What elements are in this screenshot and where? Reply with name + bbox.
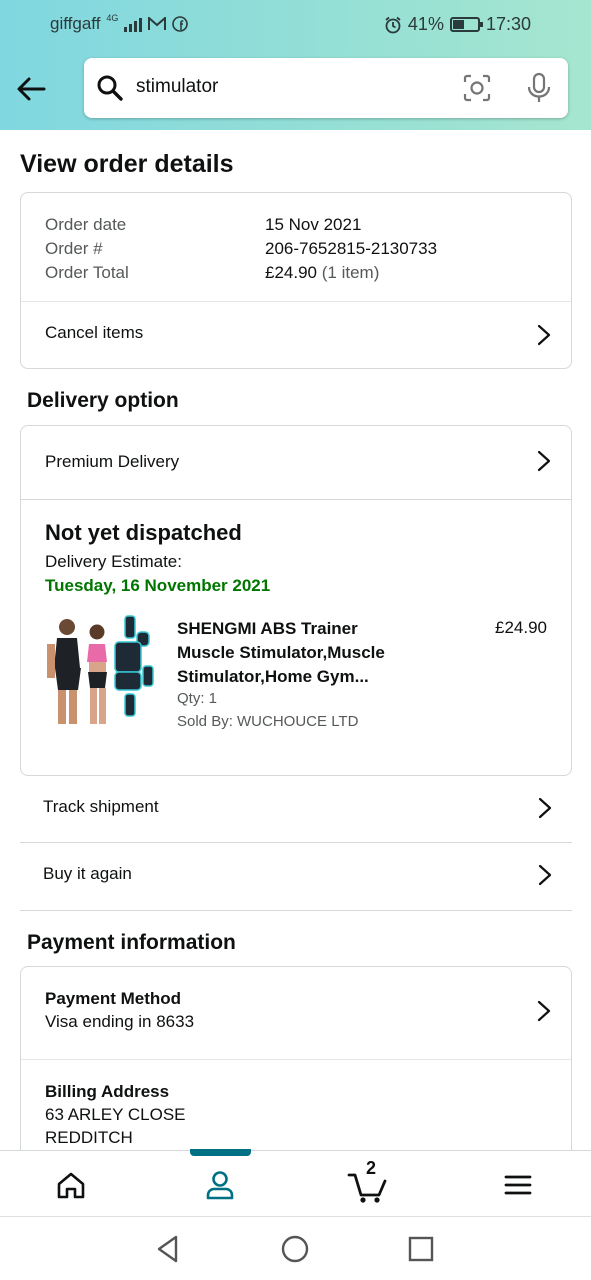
- order-date-label: Order date: [45, 215, 127, 234]
- network-type: 4G: [106, 12, 119, 23]
- battery-percent: 41%: [407, 14, 444, 34]
- clock: 17:30: [485, 14, 531, 34]
- delivery-estimate-label: Delivery Estimate:: [45, 552, 182, 571]
- product-title[interactable]: SHENGMI ABS Trainer Muscle Stimulator,Mu…: [177, 617, 437, 689]
- order-total-label: Order Total: [45, 263, 129, 282]
- system-back-icon[interactable]: [154, 1234, 184, 1264]
- order-total-value: £24.90 (1 item): [265, 261, 437, 285]
- app-header: giffgaff 4G 41% 17:30 stimulator: [0, 0, 591, 130]
- buy-again-row[interactable]: Buy it again: [20, 843, 572, 909]
- order-number-value: 206-7652815-2130733: [265, 239, 438, 258]
- chevron-right-icon: [537, 1000, 551, 1022]
- order-date-value: 15 Nov 2021: [265, 215, 362, 234]
- delivery-heading: Delivery option: [27, 389, 179, 412]
- billing-address-label: Billing Address: [45, 1082, 170, 1101]
- system-recents-icon[interactable]: [406, 1234, 436, 1264]
- billing-address-line: REDDITCH: [45, 1128, 133, 1147]
- chevron-right-icon: [537, 450, 551, 472]
- divider: [20, 910, 572, 911]
- home-icon[interactable]: [53, 1167, 89, 1203]
- product-seller: Sold By: WUCHOUCE LTD: [177, 713, 359, 730]
- signal-icon: [124, 17, 143, 32]
- billing-address: Billing Address 63 ARLEY CLOSE REDDITCH: [45, 1080, 186, 1149]
- battery-icon: [449, 17, 483, 32]
- track-shipment-label: Track shipment: [43, 797, 159, 816]
- cancel-items-row[interactable]: Cancel items: [21, 301, 571, 369]
- order-summary-labels: Order date Order # Order Total: [45, 213, 129, 285]
- billing-address-line: 63 ARLEY CLOSE: [45, 1105, 186, 1124]
- order-item-count: (1 item): [321, 263, 380, 282]
- facebook-icon: [172, 16, 189, 32]
- active-tab-indicator: [190, 1149, 251, 1156]
- order-summary-card: Order date Order # Order Total 15 Nov 20…: [20, 192, 572, 369]
- product-price: £24.90: [495, 618, 547, 637]
- search-input[interactable]: stimulator: [136, 76, 218, 98]
- delivery-option-label: Premium Delivery: [45, 452, 180, 471]
- order-total-amount: £24.90: [265, 263, 317, 282]
- back-arrow-icon[interactable]: [14, 72, 48, 106]
- divider: [21, 1059, 571, 1060]
- delivery-estimate-date: Tuesday, 16 November 2021: [45, 576, 271, 595]
- product-qty: Qty: 1: [177, 690, 218, 707]
- account-icon[interactable]: [202, 1167, 238, 1203]
- chevron-right-icon: [537, 324, 551, 346]
- product-title-line: SHENGMI ABS Trainer: [177, 619, 358, 638]
- delivery-option-row[interactable]: Premium Delivery: [21, 426, 571, 499]
- divider: [21, 499, 571, 500]
- search-bar[interactable]: stimulator: [84, 58, 568, 118]
- microphone-icon[interactable]: [524, 72, 554, 104]
- track-shipment-row[interactable]: Track shipment: [20, 776, 572, 842]
- alarm-icon: [385, 16, 401, 33]
- product-photo-icon: [47, 615, 154, 724]
- camera-search-icon[interactable]: [462, 73, 492, 103]
- buy-again-label: Buy it again: [43, 864, 132, 883]
- cart-count: 2: [366, 1158, 377, 1178]
- order-number-label: Order #: [45, 239, 103, 258]
- carrier-label: giffgaff: [50, 14, 101, 33]
- menu-icon[interactable]: [500, 1167, 536, 1203]
- status-bar: giffgaff 4G 41% 17:30: [50, 12, 531, 36]
- cart-button[interactable]: 2: [346, 1158, 390, 1205]
- page-title: View order details: [20, 150, 234, 178]
- shipment-status: Not yet dispatched: [45, 520, 242, 545]
- chevron-right-icon: [538, 864, 552, 886]
- mail-icon: [148, 17, 167, 30]
- search-icon: [97, 75, 123, 101]
- payment-method-value: Visa ending in 8633: [45, 1012, 195, 1031]
- product-image[interactable]: [45, 614, 155, 728]
- order-summary-values: 15 Nov 2021 206-7652815-2130733 £24.90 (…: [265, 213, 437, 285]
- payment-method-row[interactable]: Payment Method Visa ending in 8633: [21, 967, 571, 1059]
- payment-heading: Payment information: [27, 931, 236, 954]
- payment-card: Payment Method Visa ending in 8633 Billi…: [20, 966, 572, 1166]
- system-nav-bar: [0, 1216, 591, 1280]
- delivery-card: Premium Delivery Not yet dispatched Deli…: [20, 425, 572, 776]
- bottom-nav: 2: [0, 1149, 591, 1216]
- product-title-line: Muscle Stimulator,Muscle: [177, 643, 385, 662]
- system-home-icon[interactable]: [280, 1234, 310, 1264]
- payment-method-label: Payment Method: [45, 989, 182, 1008]
- product-title-line: Stimulator,Home Gym...: [177, 667, 369, 686]
- cancel-items-label: Cancel items: [45, 323, 144, 342]
- chevron-right-icon: [538, 797, 552, 819]
